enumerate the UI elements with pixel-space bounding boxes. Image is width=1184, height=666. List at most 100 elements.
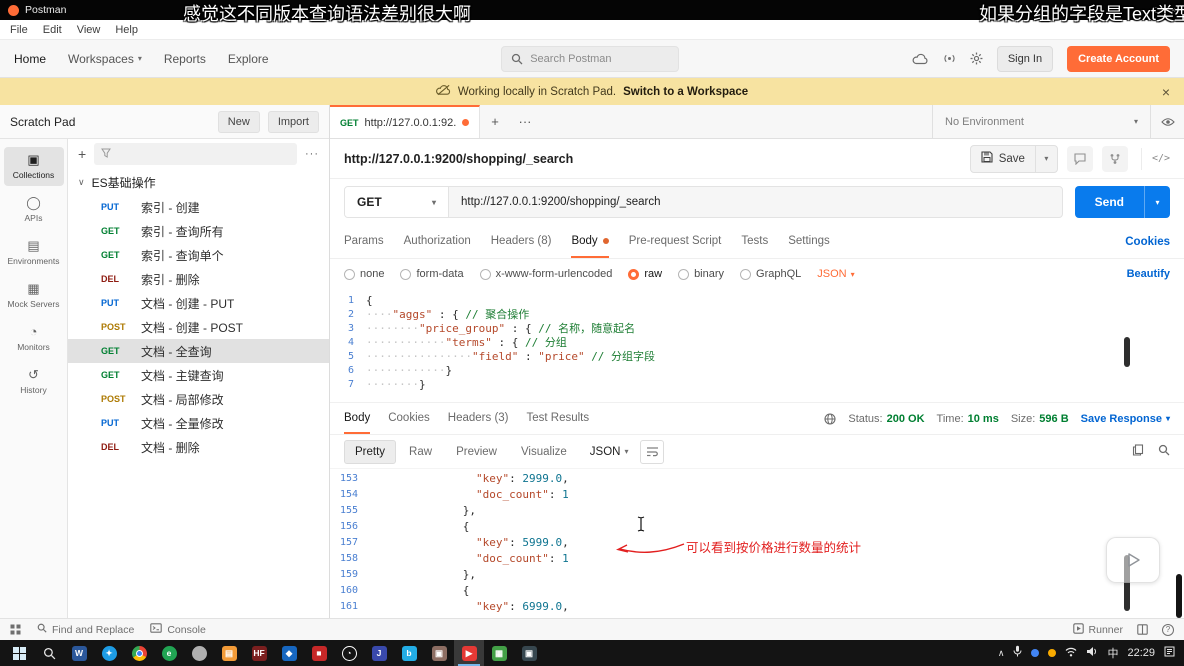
more-actions-icon[interactable]: ··· bbox=[305, 148, 319, 160]
request-tab-authorization[interactable]: Authorization bbox=[404, 225, 471, 258]
request-list-item[interactable]: GET索引 - 查询所有 bbox=[68, 219, 329, 243]
cookies-link[interactable]: Cookies bbox=[1125, 225, 1170, 258]
taskbar-app-bilibili[interactable]: b bbox=[394, 640, 424, 666]
clock[interactable]: 22:29 bbox=[1127, 647, 1155, 659]
nav-item-reports[interactable]: Reports bbox=[164, 52, 206, 66]
taskbar-app-blue-app[interactable]: ◆ bbox=[274, 640, 304, 666]
menu-help[interactable]: Help bbox=[115, 24, 138, 36]
body-language-select[interactable]: JSON ▾ bbox=[817, 268, 854, 280]
response-format-select[interactable]: JSON ▾ bbox=[590, 446, 629, 458]
view-tab-preview[interactable]: Preview bbox=[445, 440, 508, 464]
tray-app-orange-icon[interactable] bbox=[1048, 649, 1056, 657]
request-list-item[interactable]: GET文档 - 全查询 bbox=[68, 339, 329, 363]
search-response-icon[interactable] bbox=[1158, 444, 1170, 459]
request-list-item[interactable]: POST文档 - 局部修改 bbox=[68, 387, 329, 411]
response-tab-cookies[interactable]: Cookies bbox=[388, 403, 430, 434]
ime-indicator[interactable]: 中 bbox=[1107, 645, 1118, 661]
body-mode-none[interactable]: none bbox=[344, 268, 384, 280]
network-globe-icon[interactable] bbox=[824, 413, 836, 425]
taskbar-app-notepad[interactable]: ▤ bbox=[214, 640, 244, 666]
hidden-icons-chevron[interactable]: ∧ bbox=[998, 648, 1005, 659]
taskbar-app-green-browser[interactable]: e bbox=[154, 640, 184, 666]
nav-item-explore[interactable]: Explore bbox=[228, 52, 269, 66]
editor-scrollbar[interactable] bbox=[1124, 337, 1130, 367]
filter-input[interactable] bbox=[94, 143, 297, 165]
send-button[interactable]: Send bbox=[1075, 186, 1144, 218]
taskbar-app-media-app[interactable]: ▣ bbox=[424, 640, 454, 666]
nav-item-home[interactable]: Home bbox=[14, 52, 46, 66]
body-mode-raw[interactable]: raw bbox=[628, 268, 662, 280]
sign-in-button[interactable]: Sign In bbox=[997, 46, 1053, 72]
taskbar-search-button[interactable] bbox=[34, 640, 64, 666]
wrap-text-button[interactable] bbox=[640, 440, 664, 464]
open-request-tab[interactable]: GET http://127.0.0.1:92... bbox=[330, 105, 480, 138]
notification-center-icon[interactable] bbox=[1164, 644, 1175, 662]
view-tab-pretty[interactable]: Pretty bbox=[344, 440, 396, 464]
environment-quick-look-button[interactable] bbox=[1150, 105, 1184, 138]
save-options-button[interactable]: ▾ bbox=[1035, 146, 1057, 172]
environment-selector[interactable]: No Environment ▾ bbox=[932, 105, 1184, 138]
tray-app-blue-icon[interactable] bbox=[1031, 649, 1039, 657]
taskbar-app-thunder[interactable]: ✦ bbox=[94, 640, 124, 666]
search-input[interactable]: Search Postman bbox=[501, 46, 679, 72]
sidebar-rail-mock-servers[interactable]: ▦Mock Servers bbox=[4, 276, 64, 315]
copy-icon[interactable] bbox=[1132, 444, 1144, 459]
banner-close-icon[interactable]: × bbox=[1162, 85, 1170, 99]
response-tab-headers-3[interactable]: Headers (3) bbox=[448, 403, 509, 434]
menu-edit[interactable]: Edit bbox=[43, 24, 62, 36]
taskbar-app-gray-app[interactable] bbox=[184, 640, 214, 666]
code-snippet-icon[interactable]: </> bbox=[1141, 148, 1170, 170]
beautify-link[interactable]: Beautify bbox=[1127, 268, 1170, 280]
settings-gear-icon[interactable] bbox=[970, 52, 983, 65]
request-body-editor[interactable]: 1{2····"aggs" : { // 聚合操作3········"price… bbox=[330, 289, 1184, 403]
menu-view[interactable]: View bbox=[77, 24, 101, 36]
taskbar-app-video-player[interactable]: ▶ bbox=[454, 640, 484, 666]
save-button-main[interactable]: Save bbox=[971, 146, 1035, 172]
taskbar-app-hf-app[interactable]: HF bbox=[244, 640, 274, 666]
sidebar-rail-history[interactable]: ↺History bbox=[4, 362, 64, 401]
view-tab-visualize[interactable]: Visualize bbox=[510, 440, 578, 464]
sidebar-rail-collections[interactable]: ▣Collections bbox=[4, 147, 64, 186]
comments-button[interactable] bbox=[1067, 146, 1093, 172]
nav-item-workspaces[interactable]: Workspaces▾ bbox=[68, 52, 142, 66]
tab-options-icon[interactable]: ··· bbox=[510, 105, 540, 138]
sync-cloud-icon[interactable] bbox=[912, 53, 929, 65]
console-button[interactable]: Console bbox=[150, 623, 206, 636]
request-list-item[interactable]: DEL文档 - 删除 bbox=[68, 435, 329, 459]
response-tab-body[interactable]: Body bbox=[344, 403, 370, 434]
body-mode-x-www-form-urlencoded[interactable]: x-www-form-urlencoded bbox=[480, 268, 613, 280]
request-list-item[interactable]: GET索引 - 查询单个 bbox=[68, 243, 329, 267]
request-tab-body[interactable]: Body bbox=[571, 225, 608, 258]
request-tab-tests[interactable]: Tests bbox=[741, 225, 768, 258]
collection-header[interactable]: ∨ ES基础操作 bbox=[68, 169, 329, 195]
request-list-item[interactable]: GET文档 - 主键查询 bbox=[68, 363, 329, 387]
request-tab-settings[interactable]: Settings bbox=[788, 225, 830, 258]
microphone-icon[interactable] bbox=[1013, 644, 1022, 662]
sidebar-rail-apis[interactable]: ◯APIs bbox=[4, 190, 64, 229]
request-list-item[interactable]: DEL索引 - 删除 bbox=[68, 267, 329, 291]
sidebar-rail-monitors[interactable]: ◔Monitors bbox=[4, 319, 64, 358]
taskbar-app-clock-app[interactable]: ◔ bbox=[334, 640, 364, 666]
page-scrollbar-thumb[interactable] bbox=[1176, 574, 1182, 618]
new-tab-button[interactable]: + bbox=[480, 105, 510, 138]
request-tab-params[interactable]: Params bbox=[344, 225, 384, 258]
selector-grid-icon[interactable] bbox=[10, 624, 21, 635]
request-tab-pre-request-script[interactable]: Pre-request Script bbox=[629, 225, 722, 258]
request-list-item[interactable]: POST文档 - 创建 - POST bbox=[68, 315, 329, 339]
save-button[interactable]: Save ▾ bbox=[970, 145, 1058, 173]
send-options-button[interactable]: ▾ bbox=[1144, 186, 1170, 218]
method-select[interactable]: GET ▾ bbox=[345, 187, 449, 217]
wifi-icon[interactable] bbox=[1065, 644, 1077, 662]
body-mode-form-data[interactable]: form-data bbox=[400, 268, 463, 280]
volume-icon[interactable] bbox=[1086, 644, 1098, 662]
find-and-replace-button[interactable]: Find and Replace bbox=[37, 623, 134, 636]
add-collection-button[interactable]: + bbox=[78, 146, 86, 162]
body-mode-binary[interactable]: binary bbox=[678, 268, 724, 280]
create-account-button[interactable]: Create Account bbox=[1067, 46, 1170, 72]
menu-file[interactable]: File bbox=[10, 24, 28, 36]
start-button[interactable] bbox=[4, 640, 34, 666]
request-list-item[interactable]: PUT文档 - 全量修改 bbox=[68, 411, 329, 435]
taskbar-app-record-app[interactable]: ▣ bbox=[514, 640, 544, 666]
split-pane-icon[interactable] bbox=[1137, 624, 1148, 635]
taskbar-app-screen-app[interactable]: ▦ bbox=[484, 640, 514, 666]
